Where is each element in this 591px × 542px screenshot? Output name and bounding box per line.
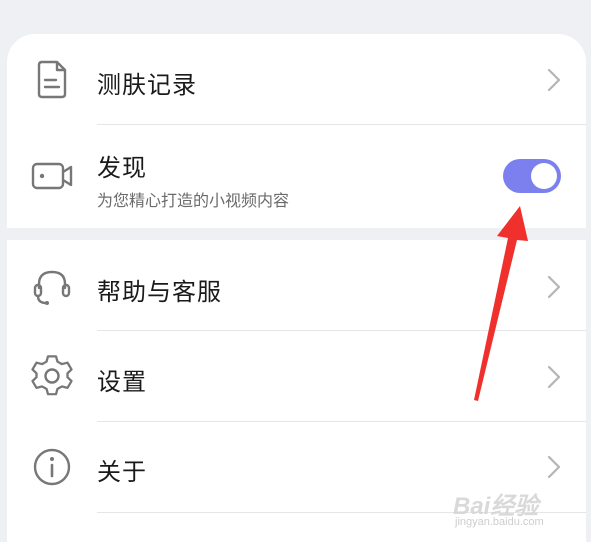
- headset-icon: [29, 264, 75, 310]
- toggle-knob: [531, 163, 557, 189]
- chevron-right-icon: [544, 67, 564, 93]
- menu-item-help[interactable]: 帮助与客服: [7, 240, 586, 330]
- menu-item-description: 为您精心打造的小视频内容: [97, 191, 290, 210]
- gear-icon: [29, 353, 75, 399]
- menu-item-label: 关于: [97, 458, 147, 486]
- discover-toggle-switch[interactable]: [503, 159, 561, 193]
- chevron-right-icon: [544, 274, 564, 300]
- menu-card-top: 测肤记录 发现 为您精心打造的小视频内容: [7, 34, 586, 228]
- chevron-right-icon: [544, 364, 564, 390]
- video-camera-icon: [29, 153, 75, 199]
- chevron-right-icon: [544, 454, 564, 480]
- menu-item-label: 设置: [97, 368, 147, 396]
- watermark-logo: Bai经验 jingyan.baidu.com: [445, 486, 565, 536]
- info-icon: [29, 444, 75, 490]
- menu-item-settings[interactable]: 设置: [7, 331, 586, 421]
- menu-item-label: 帮助与客服: [97, 278, 222, 306]
- menu-item-discover: 发现 为您精心打造的小视频内容: [7, 125, 586, 228]
- watermark-sub-text: jingyan.baidu.com: [455, 516, 544, 528]
- menu-item-label: 发现: [97, 154, 147, 182]
- document-icon: [29, 56, 75, 102]
- menu-item-label: 测肤记录: [97, 71, 197, 99]
- menu-item-skin-records[interactable]: 测肤记录: [7, 34, 586, 124]
